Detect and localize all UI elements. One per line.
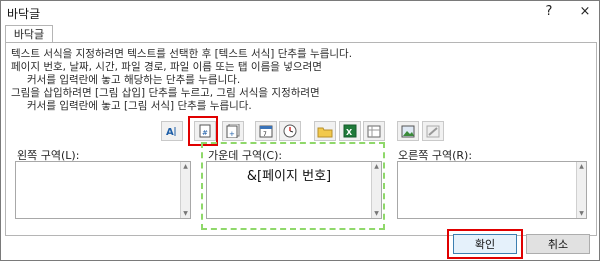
insert-number-of-pages-icon[interactable]: + — [222, 121, 244, 141]
left-section-input[interactable]: ▲ ▼ — [15, 161, 191, 219]
format-picture-icon[interactable] — [422, 121, 444, 141]
scroll-up-arrow-icon[interactable]: ▲ — [578, 163, 585, 170]
svg-text:A: A — [166, 127, 174, 137]
dialog-title: 바닥글 — [7, 7, 41, 21]
left-scrollbar[interactable]: ▲ ▼ — [180, 162, 190, 218]
insert-time-icon[interactable] — [279, 121, 301, 141]
scroll-down-arrow-icon[interactable]: ▼ — [578, 210, 585, 217]
ok-button-highlight — [447, 229, 523, 259]
close-button[interactable]: × — [577, 4, 593, 20]
svg-text:+: + — [229, 130, 235, 138]
right-scrollbar[interactable]: ▲ ▼ — [576, 162, 586, 218]
scroll-down-arrow-icon[interactable]: ▼ — [182, 210, 189, 217]
insert-picture-icon[interactable] — [397, 121, 419, 141]
insert-sheet-name-icon[interactable] — [363, 121, 385, 141]
footer-dialog: 바닥글 ? × 바닥글 텍스트 서식을 지정하려면 텍스트를 선택한 후 [텍스… — [0, 0, 600, 261]
tab-footer[interactable]: 바닥글 — [5, 25, 53, 43]
help-button[interactable]: ? — [541, 4, 557, 20]
format-text-icon[interactable]: A — [161, 121, 183, 141]
instruction-line-5: 커서를 입력란에 놓고 [그림 서식] 단추를 누릅니다. — [27, 100, 252, 112]
insert-date-icon[interactable]: 7 — [255, 121, 277, 141]
svg-text:7: 7 — [263, 131, 267, 138]
center-section-highlight — [201, 142, 385, 230]
scroll-up-arrow-icon[interactable]: ▲ — [182, 163, 189, 170]
right-section-input[interactable]: ▲ ▼ — [397, 161, 587, 219]
insert-file-path-icon[interactable] — [314, 121, 336, 141]
insert-file-name-icon[interactable]: X — [339, 121, 361, 141]
cancel-button[interactable]: 취소 — [526, 234, 590, 254]
title-bar: 바닥글 ? × — [1, 1, 599, 23]
svg-text:X: X — [346, 128, 353, 137]
